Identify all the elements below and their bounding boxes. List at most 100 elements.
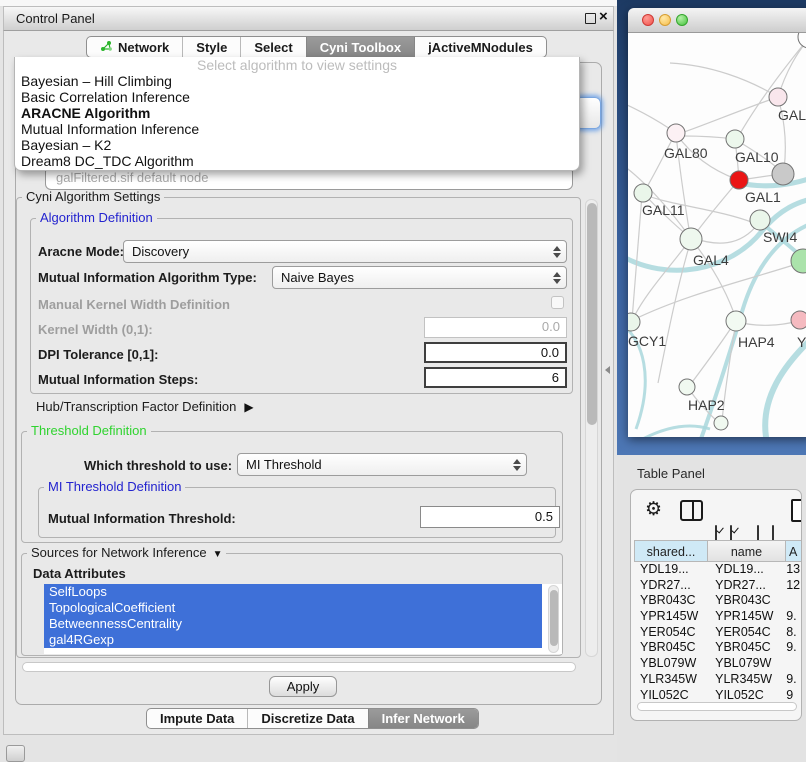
table-cell: YLR345W [634,672,707,688]
table-row[interactable]: YPR145WYPR145W9. [634,609,802,625]
column-header-name[interactable]: name [708,540,786,562]
network-window-titlebar[interactable] [628,8,806,33]
algorithm-option-mutual-information-inference[interactable]: Mutual Information Inference [15,121,579,137]
network-node-gal[interactable] [769,88,787,106]
network-node-gal80[interactable] [667,124,685,142]
tab-infer-network[interactable]: Infer Network [368,709,478,728]
panel-collapse-handle[interactable] [605,366,610,374]
apply-button[interactable]: Apply [269,676,337,697]
algorithm-popup: Select algorithm to view settings Bayesi… [14,57,580,171]
table-cell: 8. [784,625,802,641]
stepper-arrows-icon [553,272,560,284]
node-label-swi4: SWI4 [763,229,797,245]
table-row[interactable]: YDL19...YDL19...13 [634,562,802,578]
table-row[interactable]: YIL052CYIL052C9 [634,688,802,704]
tab-cyni-toolbox[interactable]: Cyni Toolbox [306,37,414,57]
stepper-arrows-icon [553,246,560,258]
attribute-item-selfloops[interactable]: SelfLoops [44,584,542,600]
network-node-hap4[interactable] [726,311,746,331]
table-row[interactable]: YER054CYER054C8. [634,625,802,641]
network-node-gal11[interactable] [634,184,652,202]
threshold-legend: Threshold Definition [27,424,151,438]
dpi-tolerance-label: DPI Tolerance [0,1]: [38,347,158,362]
network-node-swi4[interactable] [750,210,770,230]
table-row[interactable]: YLR345WYLR345W9. [634,672,802,688]
table-cell [784,656,802,672]
network-node-y[interactable] [791,311,806,329]
network-node[interactable] [798,33,806,48]
network-edge [644,134,675,192]
network-edge [693,224,758,243]
network-node[interactable] [772,163,794,185]
mi-type-select[interactable]: Naive Bayes [272,266,567,289]
network-node-gal10[interactable] [726,130,744,148]
algorithm-option-aracne-algorithm[interactable]: ARACNE Algorithm [15,105,579,121]
network-node-hap2[interactable] [679,379,695,395]
kernel-width-field[interactable]: 0.0 [424,317,567,338]
column-header-a[interactable]: A [786,540,802,562]
node-label-gal: GAL [778,107,806,123]
node-table: shared...nameAYDL19...YDL19...13YDR27...… [634,540,802,703]
network-canvas[interactable]: GALGAL80GAL10GAL1GAL11SWI4GAL4GCY1HAP4YH… [628,33,806,437]
mi-threshold-legend: MI Threshold Definition [44,480,185,494]
tab-discretize-data[interactable]: Discretize Data [247,709,367,728]
tab-discretize-data-label: Discretize Data [261,711,354,726]
table-header-row: shared...nameA [634,540,802,562]
table-row[interactable]: YBL079WYBL079W [634,656,802,672]
attribute-item-betweennesscentrality[interactable]: BetweennessCentrality [44,616,542,632]
manual-kernel-checkbox[interactable] [551,296,564,309]
attribute-item-gal4rgexp[interactable]: gal4RGexp [44,632,542,648]
table-row[interactable]: YDR27...YDR27...12 [634,578,802,594]
algorithm-option-bayesian-hill-climbing[interactable]: Bayesian – Hill Climbing [15,73,579,89]
table-cell: YPR145W [634,609,707,625]
tab-network[interactable]: Network [87,37,182,57]
table-cell: 9. [784,609,802,625]
attribute-item-topologicalcoefficient[interactable]: TopologicalCoefficient [44,600,542,616]
algorithm-option-bayesian-k2[interactable]: Bayesian – K2 [15,137,579,153]
close-traffic-light-icon[interactable] [642,14,654,26]
network-node[interactable] [714,416,728,430]
control-panel-title: Control Panel [16,11,95,26]
table-row[interactable]: YBR043CYBR043C [634,593,802,609]
hub-expander-label: Hub/Transcription Factor Definition [36,399,236,414]
dpi-tolerance-field[interactable]: 0.0 [424,342,567,363]
zoom-traffic-light-icon[interactable] [676,14,688,26]
table-cell: 12 [784,578,802,594]
table-cell: YDL19... [707,562,784,578]
tab-select[interactable]: Select [240,37,305,57]
hub-expander[interactable]: Hub/Transcription Factor Definition [36,399,254,414]
table-cell: YBR045C [707,640,784,656]
node-label-gal10: GAL10 [735,149,779,165]
tab-infer-network-label: Infer Network [382,711,465,726]
algorithm-option-basic-correlation-inference[interactable]: Basic Correlation Inference [15,89,579,105]
close-icon[interactable]: × [599,9,608,24]
network-node[interactable] [791,249,806,273]
column-header-shared-[interactable]: shared... [634,540,708,562]
aracne-mode-select[interactable]: Discovery [123,240,567,263]
tab-impute-data[interactable]: Impute Data [147,709,247,728]
table-horizontal-scrollbar[interactable] [637,702,797,711]
tab-jactivemnodules[interactable]: jActiveMNodules [414,37,546,57]
mi-steps-field[interactable]: 6 [424,367,567,388]
network-node-gcy1[interactable] [628,313,640,331]
network-node-gal4[interactable] [680,228,702,250]
which-threshold-select[interactable]: MI Threshold [237,453,527,476]
algorithm-definition-legend: Algorithm Definition [36,211,157,225]
sources-legend[interactable]: Sources for Network Inference [27,546,226,562]
float-window-icon[interactable] [585,13,596,24]
network-node-gal1[interactable] [730,171,748,189]
document-icon[interactable] [791,499,802,522]
settings-horizontal-scrollbar[interactable] [22,662,576,672]
minimized-panel-icon[interactable] [6,745,25,762]
attributes-scrollbar[interactable] [548,585,559,653]
settings-vertical-scrollbar[interactable] [585,199,598,657]
sources-legend-label: Sources for Network Inference [31,545,207,560]
table-row[interactable]: YBR045CYBR045C9. [634,640,802,656]
gear-icon[interactable]: ⚙ [645,500,662,519]
mi-threshold-field[interactable]: 0.5 [420,506,560,528]
algorithm-option-dream8-dc-tdc-algorithm[interactable]: Dream8 DC_TDC Algorithm [15,153,579,169]
cyni-settings-legend: Cyni Algorithm Settings [22,190,164,204]
tab-style[interactable]: Style [182,37,240,57]
minimize-traffic-light-icon[interactable] [659,14,671,26]
split-columns-icon[interactable] [680,500,703,521]
